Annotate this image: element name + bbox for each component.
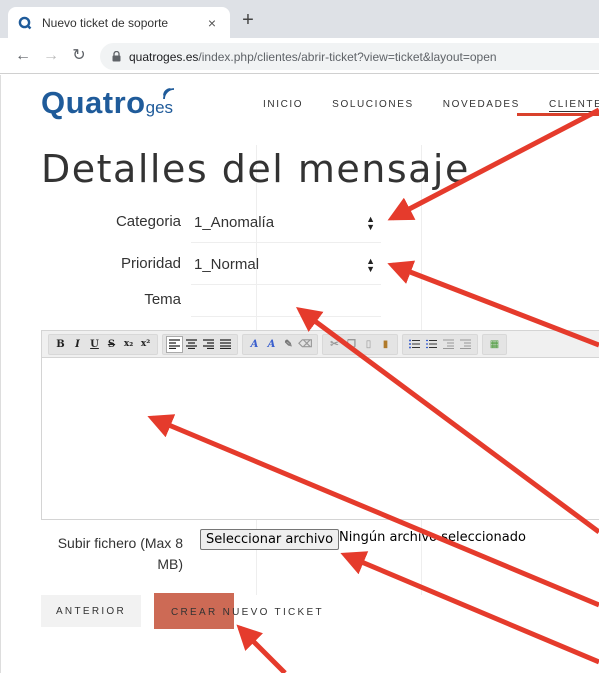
insert-group: ▦ bbox=[482, 333, 507, 355]
forward-icon[interactable]: → bbox=[42, 47, 60, 65]
tema-input[interactable] bbox=[191, 285, 381, 317]
italic-button[interactable]: I bbox=[69, 336, 86, 353]
reload-icon[interactable]: ↻ bbox=[70, 47, 88, 65]
file-status-text: Ningún archivo seleccionado bbox=[339, 530, 526, 545]
nav-soluciones[interactable]: SOLUCIONES bbox=[332, 99, 414, 112]
nav-clientes[interactable]: CLIENTES bbox=[548, 99, 599, 112]
message-editor: B I U S x₂ x² A A ✎ ⌫ ✂ ❐ ▯ ▮ ▦ bbox=[41, 330, 599, 520]
close-tab-icon[interactable]: × bbox=[204, 15, 220, 31]
browser-window: Nuevo ticket de soporte × + ← → ↻ quatro… bbox=[0, 0, 599, 673]
page-title: Detalles del mensaje bbox=[41, 147, 470, 191]
format-group: A A ✎ ⌫ bbox=[242, 333, 318, 355]
back-icon[interactable]: ← bbox=[14, 47, 32, 65]
logo-main-text: Quatro bbox=[41, 85, 146, 120]
quatroges-favicon-icon bbox=[18, 16, 32, 30]
align-right-icon[interactable] bbox=[200, 336, 217, 353]
url-host: quatroges.es bbox=[129, 49, 199, 64]
prioridad-select[interactable]: 1_Normal ▲ ▼ bbox=[191, 245, 381, 285]
remove-format-icon[interactable]: ✎ bbox=[280, 336, 297, 353]
text-color-icon[interactable]: A bbox=[246, 336, 263, 353]
url-field[interactable]: quatroges.es/index.php/clientes/abrir-ti… bbox=[100, 43, 599, 70]
superscript-button[interactable]: x² bbox=[137, 336, 154, 353]
insert-table-icon[interactable]: ▦ bbox=[486, 336, 503, 353]
bold-button[interactable]: B bbox=[52, 336, 69, 353]
tab-strip: Nuevo ticket de soporte × + bbox=[0, 0, 599, 38]
copy-icon[interactable]: ❐ bbox=[343, 336, 360, 353]
underline-button[interactable]: U bbox=[86, 336, 103, 353]
address-bar: ← → ↻ quatroges.es/index.php/clientes/ab… bbox=[0, 38, 599, 74]
upload-label: Subir fichero (Max 8 MB) bbox=[57, 535, 183, 572]
background-color-icon[interactable]: A bbox=[263, 336, 280, 353]
align-center-icon[interactable] bbox=[183, 336, 200, 353]
main-navigation: INICIO SOLUCIONES NOVEDADES CLIENTES bbox=[263, 99, 599, 112]
format-painter-icon[interactable]: ⌫ bbox=[297, 336, 314, 353]
tema-label: Tema bbox=[144, 291, 181, 308]
text-style-group: B I U S x₂ x² bbox=[48, 333, 158, 355]
editor-toolbar: B I U S x₂ x² A A ✎ ⌫ ✂ ❐ ▯ ▮ ▦ bbox=[42, 331, 599, 358]
prioridad-label: Prioridad bbox=[120, 255, 181, 272]
select-arrows-icon: ▲ ▼ bbox=[366, 214, 375, 232]
indent-icon[interactable] bbox=[457, 336, 474, 353]
tab-title: Nuevo ticket de soporte bbox=[42, 15, 169, 30]
previous-button[interactable]: ANTERIOR bbox=[41, 595, 141, 627]
url-path: /index.php/clientes/abrir-ticket?view=ti… bbox=[198, 49, 497, 64]
list-group bbox=[402, 333, 478, 355]
prioridad-value: 1_Normal bbox=[194, 256, 260, 273]
browser-tab[interactable]: Nuevo ticket de soporte × bbox=[8, 7, 230, 38]
subscript-button[interactable]: x₂ bbox=[120, 336, 137, 353]
cut-icon[interactable]: ✂ bbox=[326, 336, 343, 353]
categoria-label: Categoria bbox=[115, 213, 181, 230]
categoria-select[interactable]: 1_Anomalía ▲ ▼ bbox=[191, 203, 381, 243]
clipboard-group: ✂ ❐ ▯ ▮ bbox=[322, 333, 398, 355]
align-justify-icon[interactable] bbox=[217, 336, 234, 353]
select-arrows-icon: ▲ ▼ bbox=[366, 256, 375, 274]
numbered-list-icon[interactable] bbox=[423, 336, 440, 353]
page-content: Quatroges INICIO SOLUCIONES NOVEDADES CL… bbox=[0, 75, 599, 673]
outdent-icon[interactable] bbox=[440, 336, 457, 353]
choose-file-button[interactable]: Seleccionar archivo bbox=[200, 529, 340, 550]
editor-content-area[interactable] bbox=[42, 359, 599, 519]
nav-inicio[interactable]: INICIO bbox=[263, 99, 303, 112]
wifi-wave-icon bbox=[163, 88, 175, 100]
new-tab-button[interactable]: + bbox=[236, 9, 260, 33]
paste-text-icon[interactable]: ▮ bbox=[377, 336, 394, 353]
bullet-list-icon[interactable] bbox=[406, 336, 423, 353]
annotation-underline bbox=[517, 113, 599, 116]
create-ticket-label[interactable]: CREAR NUEVO TICKET bbox=[171, 607, 324, 618]
align-group bbox=[162, 333, 238, 355]
categoria-value: 1_Anomalía bbox=[194, 214, 275, 231]
align-left-icon[interactable] bbox=[166, 335, 183, 353]
strikethrough-button[interactable]: S bbox=[103, 336, 120, 353]
paste-icon[interactable]: ▯ bbox=[360, 336, 377, 353]
lock-icon bbox=[112, 51, 121, 62]
site-logo[interactable]: Quatroges bbox=[41, 85, 175, 121]
nav-novedades[interactable]: NOVEDADES bbox=[443, 99, 520, 112]
